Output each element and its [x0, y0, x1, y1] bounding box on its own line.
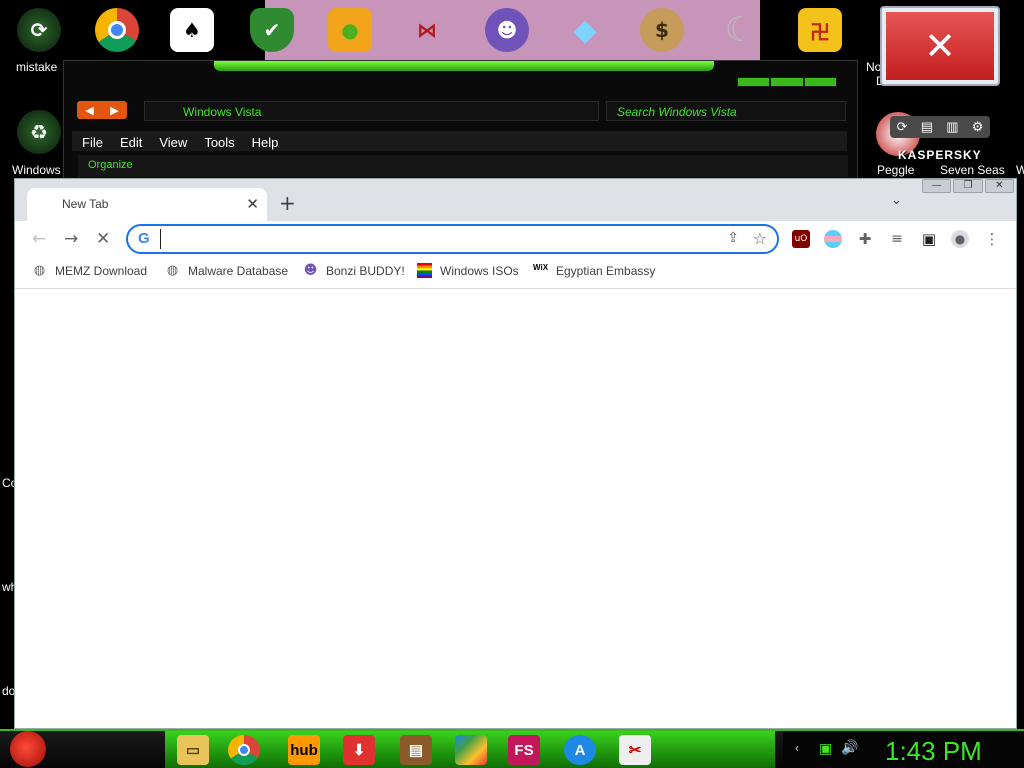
close-window-icon[interactable]: ✕	[984, 179, 1014, 193]
explorer-window: ◀ ▶ Windows Vista Search Windows Vista F…	[63, 60, 858, 190]
tab-search-icon[interactable]: ⌄	[891, 193, 902, 208]
refresh-icon[interactable]: ⟳	[897, 119, 908, 135]
omnibox[interactable]: G ⇪ ☆	[126, 224, 779, 254]
bookmark-label: MEMZ Download	[55, 263, 148, 278]
disconnected-monitor-icon: ✕	[880, 6, 1000, 86]
close-icon: ✕	[886, 12, 994, 80]
bookmarks-bar: ◍ MEMZ Download ◍ Malware Database ☻ Bon…	[15, 257, 1016, 289]
download-icon[interactable]: ⬇	[343, 735, 375, 765]
bookmark-label: Windows ISOs	[440, 263, 519, 278]
restore-icon[interactable]: ❐	[953, 179, 983, 193]
tab-new-tab[interactable]: New Tab ✕	[27, 188, 267, 221]
winged-icon[interactable]: ⋈	[405, 8, 449, 52]
taskbar-clock[interactable]: 1:43 PM	[885, 736, 982, 767]
mahjong-icon[interactable]: 卍	[798, 8, 842, 52]
w-label: W	[1016, 163, 1024, 177]
gear-icon[interactable]: ⚙	[972, 119, 984, 135]
globe-icon: ◍	[33, 263, 46, 278]
trans-flag-icon[interactable]	[824, 230, 842, 248]
window-buttons: — ❐ ✕	[922, 179, 1014, 195]
forward-icon[interactable]: ▶	[110, 104, 118, 117]
chrome-toolbar: ← → ✕ G ⇪ ☆ uO ✚ ≡ ▣ ● ⋮	[15, 221, 1016, 257]
windows-label: Windows	[12, 163, 61, 177]
bonzi-icon: ☻	[303, 263, 318, 278]
document-icon[interactable]: ▥	[946, 119, 958, 135]
solitaire-icon[interactable]: ♠	[170, 8, 214, 52]
mistake-icon[interactable]: ⟳	[17, 8, 61, 52]
profile-icon[interactable]: ●	[951, 230, 969, 248]
bonzi-icon[interactable]: ☻	[485, 8, 529, 52]
menu-view[interactable]: View	[159, 135, 187, 150]
file-explorer-icon[interactable]: ▭	[177, 735, 209, 765]
extensions-icon[interactable]: ✚	[856, 230, 874, 248]
tab-title: New Tab	[62, 197, 109, 211]
rainbow-flag-icon	[417, 263, 432, 278]
explorer-address-bar[interactable]: Windows Vista	[144, 101, 599, 121]
moon-icon[interactable]: ☾	[718, 8, 762, 52]
start-button-icon[interactable]	[10, 731, 46, 767]
media-icon[interactable]: ≡	[888, 230, 906, 248]
new-tab-icon[interactable]: +	[279, 191, 296, 215]
tray-chevron-icon[interactable]: ‹	[795, 741, 799, 755]
seven-seas-label: Seven Seas	[940, 163, 1005, 177]
money-bag-icon[interactable]: $	[640, 8, 684, 52]
window-controls[interactable]	[737, 77, 837, 87]
volume-icon[interactable]: 🔊	[841, 739, 858, 756]
bookmark-windows-isos[interactable]: Windows ISOs	[417, 263, 519, 278]
wix-icon: WiX	[533, 263, 549, 272]
globe-icon: ◍	[166, 263, 179, 278]
menu-edit[interactable]: Edit	[120, 135, 142, 150]
colorful-icon[interactable]	[455, 735, 487, 765]
menu-file[interactable]: File	[82, 135, 103, 150]
minimize-icon[interactable]: —	[922, 179, 952, 193]
bookmark-memz-download[interactable]: ◍ MEMZ Download	[32, 263, 147, 278]
google-icon: G	[138, 230, 150, 247]
tab-close-icon[interactable]: ✕	[246, 195, 259, 213]
mistake-label: mistake	[16, 60, 58, 74]
kaspersky-logo: KASPERSKY	[898, 148, 982, 162]
organize-button[interactable]: Organize	[78, 155, 848, 177]
star-icon[interactable]: ☆	[753, 229, 767, 248]
menu-help[interactable]: Help	[252, 135, 279, 150]
nav-buttons[interactable]: ◀ ▶	[77, 101, 127, 119]
fs-icon[interactable]: FS	[508, 735, 540, 765]
window-glow	[214, 61, 714, 71]
bookmark-label: Egyptian Embassy	[556, 263, 656, 278]
tool-icon[interactable]: ✂	[619, 735, 651, 765]
gadget-toolbar: ⟳ ▤ ▥ ⚙	[890, 116, 990, 138]
forward-icon[interactable]: →	[64, 229, 78, 249]
bookmark-egyptian-embassy[interactable]: WiX Egyptian Embassy	[533, 263, 655, 278]
menu-icon[interactable]: ⋮	[983, 230, 1001, 248]
side-panel-icon[interactable]: ▣	[920, 230, 938, 248]
menu-tools[interactable]: Tools	[204, 135, 234, 150]
back-icon[interactable]: ◀	[85, 104, 93, 117]
taskbar: ▭ hub ⬇ ▤ FS A ✂ ‹ ▣ 🔊 1:43 PM	[0, 729, 1024, 768]
page-content	[15, 290, 1016, 728]
chrome-window: New Tab ✕ + ⌄ — ❐ ✕ ← → ✕ G ⇪ ☆ uO ✚ ≡ ▣…	[14, 178, 1017, 729]
chrome-taskbar-icon[interactable]	[228, 735, 260, 765]
recycle-bin-icon[interactable]: ♻	[17, 110, 61, 154]
bookmark-label: Malware Database	[188, 263, 289, 278]
bad-piggies-icon[interactable]: ●	[328, 8, 372, 52]
chrome-icon[interactable]	[95, 8, 139, 52]
explorer-menu-bar: File Edit View Tools Help	[72, 131, 847, 151]
clipboard-icon[interactable]: ▤	[921, 119, 933, 135]
defender-icon[interactable]: ✔	[250, 8, 294, 52]
share-icon[interactable]: ⇪	[727, 230, 739, 246]
network-icon[interactable]: ▣	[819, 740, 832, 757]
back-icon[interactable]: ←	[32, 229, 46, 249]
avast-icon[interactable]: A	[564, 735, 596, 765]
bookmark-bonzi-buddy[interactable]: ☻ Bonzi BUDDY!	[303, 263, 405, 278]
chrome-title-bar: New Tab ✕ + ⌄ — ❐ ✕	[15, 179, 1016, 221]
peggle-label: Peggle	[877, 163, 915, 177]
hub-icon[interactable]: hub	[288, 735, 320, 765]
bookmark-label: Bonzi BUDDY!	[326, 263, 405, 278]
ublock-icon[interactable]: uO	[792, 230, 810, 248]
bookmark-malware-database[interactable]: ◍ Malware Database	[165, 263, 288, 278]
explorer-search-box[interactable]: Search Windows Vista	[606, 101, 846, 121]
winrar-icon[interactable]: ▤	[400, 735, 432, 765]
omnibox-input[interactable]	[160, 229, 700, 249]
diamond-icon[interactable]: ◆	[563, 8, 607, 52]
stop-icon[interactable]: ✕	[96, 229, 110, 249]
